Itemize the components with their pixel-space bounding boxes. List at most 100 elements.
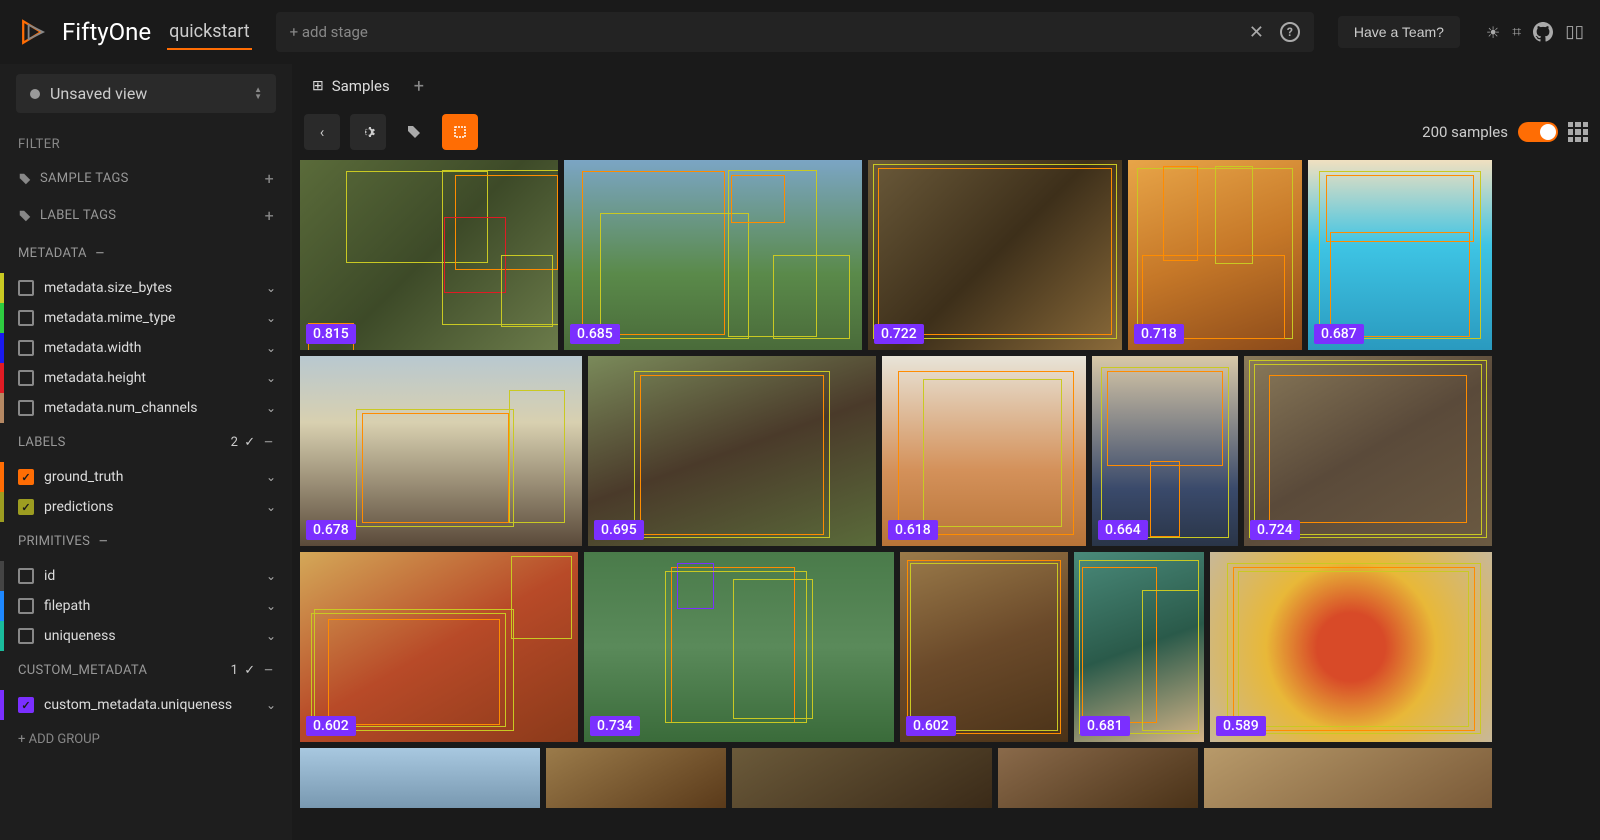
sample-tile[interactable]: 0.618 (882, 356, 1086, 546)
filter-label: custom_metadata.uniqueness (44, 697, 232, 713)
filter-item[interactable]: metadata.num_channels ⌄ (0, 393, 292, 423)
sample-tile[interactable]: 0.681 (1074, 552, 1204, 742)
labels-header[interactable]: LABELS 2 ✓ − (0, 423, 292, 462)
chevron-down-icon[interactable]: ⌄ (266, 341, 276, 355)
sample-tile[interactable]: 0.589 (1210, 552, 1492, 742)
primitives-header[interactable]: PRIMITIVES − (0, 522, 292, 561)
sample-tags-header[interactable]: SAMPLE TAGS + (0, 160, 292, 197)
sample-tile[interactable]: 0.687 (1308, 160, 1492, 350)
bounding-box (1215, 166, 1253, 265)
sample-tile[interactable] (998, 748, 1198, 808)
sample-tile[interactable]: 0.678 (300, 356, 582, 546)
checkbox[interactable] (18, 370, 34, 386)
label-tags-header[interactable]: LABEL TAGS + (0, 197, 292, 234)
filter-item[interactable]: uniqueness⌄ (0, 621, 292, 651)
uniqueness-score: 0.722 (874, 324, 924, 344)
plus-icon[interactable]: + (265, 169, 274, 188)
chevron-down-icon[interactable]: ⌄ (266, 569, 276, 583)
checkbox[interactable] (18, 697, 34, 713)
chevron-down-icon[interactable]: ⌄ (266, 371, 276, 385)
filter-item[interactable]: metadata.size_bytes⌄ (0, 273, 292, 303)
uniqueness-score: 0.602 (306, 716, 356, 736)
filter-label: metadata.mime_type (44, 310, 175, 326)
display-toggle[interactable] (1518, 122, 1558, 142)
tag-button[interactable] (396, 114, 432, 150)
tab-samples[interactable]: ⊞ Samples (304, 71, 398, 101)
sample-tile[interactable]: 0.664 (1092, 356, 1238, 546)
add-stage-button[interactable]: + add stage (290, 23, 368, 41)
filter-item[interactable]: id⌄ (0, 561, 292, 591)
checkbox[interactable] (18, 280, 34, 296)
app-name: FiftyOne (62, 18, 151, 46)
checkbox[interactable] (18, 568, 34, 584)
sample-tile[interactable]: 0.602 (300, 552, 578, 742)
checkbox[interactable] (18, 598, 34, 614)
close-icon[interactable]: ✕ (1245, 18, 1268, 47)
view-selector[interactable]: Unsaved view ▲▼ (16, 74, 276, 113)
sample-tile[interactable]: 0.718 (1128, 160, 1302, 350)
sample-tile[interactable] (300, 748, 540, 808)
app-logo[interactable]: FiftyOne (16, 14, 151, 50)
minus-icon[interactable]: − (95, 243, 106, 264)
checkbox[interactable] (18, 469, 34, 485)
sample-grid[interactable]: 0.8150.685 0.722 0.7180.687 0.6780.6950.61… (292, 156, 1600, 840)
chevron-down-icon[interactable]: ⌄ (266, 599, 276, 613)
filter-item[interactable]: metadata.mime_type ⌄ (0, 303, 292, 333)
chevron-down-icon[interactable]: ⌄ (266, 311, 276, 325)
add-group-button[interactable]: + ADD GROUP (0, 720, 292, 759)
bounding-box (907, 560, 1062, 735)
chevron-down-icon[interactable]: ⌄ (266, 698, 276, 712)
patches-button[interactable] (442, 114, 478, 150)
team-button[interactable]: Have a Team? (1338, 16, 1460, 48)
filter-item[interactable]: predictions⌄ (0, 492, 292, 522)
dataset-selector[interactable]: quickstart (167, 15, 251, 50)
sample-tile[interactable]: 0.685 (564, 160, 862, 350)
sample-tile[interactable]: 0.724 (1244, 356, 1492, 546)
chevron-down-icon[interactable]: ⌄ (266, 500, 276, 514)
sample-tile[interactable]: 0.734 (584, 552, 894, 742)
checkbox[interactable] (18, 400, 34, 416)
filter-label: metadata.num_channels (44, 400, 198, 416)
sample-tile[interactable]: 0.602 (900, 552, 1068, 742)
checkbox[interactable] (18, 628, 34, 644)
github-icon[interactable] (1533, 22, 1553, 42)
sample-tile[interactable] (1204, 748, 1492, 808)
add-tab-button[interactable]: + (414, 76, 424, 97)
checkbox[interactable] (18, 340, 34, 356)
chevron-down-icon[interactable]: ⌄ (266, 401, 276, 415)
sample-tile[interactable] (732, 748, 992, 808)
checkbox[interactable] (18, 499, 34, 515)
filter-item[interactable]: metadata.height⌄ (0, 363, 292, 393)
chevron-down-icon[interactable]: ⌄ (266, 281, 276, 295)
grid-layout-button[interactable] (1568, 122, 1588, 142)
sample-tile[interactable]: 0.815 (300, 160, 558, 350)
plus-icon[interactable]: + (265, 206, 274, 225)
filter-item[interactable]: filepath⌄ (0, 591, 292, 621)
tag-icon (18, 209, 32, 223)
back-button[interactable]: ‹ (304, 114, 340, 150)
checkbox[interactable] (18, 310, 34, 326)
sample-tile[interactable] (546, 748, 726, 808)
filter-item[interactable]: metadata.width⌄ (0, 333, 292, 363)
filter-label: ground_truth (44, 469, 123, 485)
custom-metadata-header[interactable]: CUSTOM_METADATA 1 ✓ − (0, 651, 292, 690)
stage-bar[interactable]: + add stage ✕ ? (276, 12, 1314, 52)
metadata-header[interactable]: METADATA − (0, 234, 292, 273)
brightness-icon[interactable]: ☀ (1486, 23, 1500, 42)
chevron-down-icon[interactable]: ⌄ (266, 629, 276, 643)
book-icon[interactable]: ▯▯ (1565, 22, 1584, 42)
chevron-down-icon[interactable]: ⌄ (266, 470, 276, 484)
settings-button[interactable] (350, 114, 386, 150)
help-icon[interactable]: ? (1280, 22, 1300, 42)
bounding-box (1227, 563, 1481, 734)
minus-icon[interactable]: − (98, 531, 109, 552)
bounding-box (728, 170, 817, 337)
minus-icon[interactable]: − (263, 432, 274, 453)
slack-icon[interactable]: ⌗ (1512, 22, 1521, 42)
bounding-box (1142, 590, 1199, 731)
minus-icon[interactable]: − (263, 660, 274, 681)
filter-item[interactable]: custom_metadata.uniqueness ⌄ (0, 690, 292, 720)
filter-item[interactable]: ground_truth ⌄ (0, 462, 292, 492)
sample-tile[interactable]: 0.722 (868, 160, 1122, 350)
sample-tile[interactable]: 0.695 (588, 356, 876, 546)
